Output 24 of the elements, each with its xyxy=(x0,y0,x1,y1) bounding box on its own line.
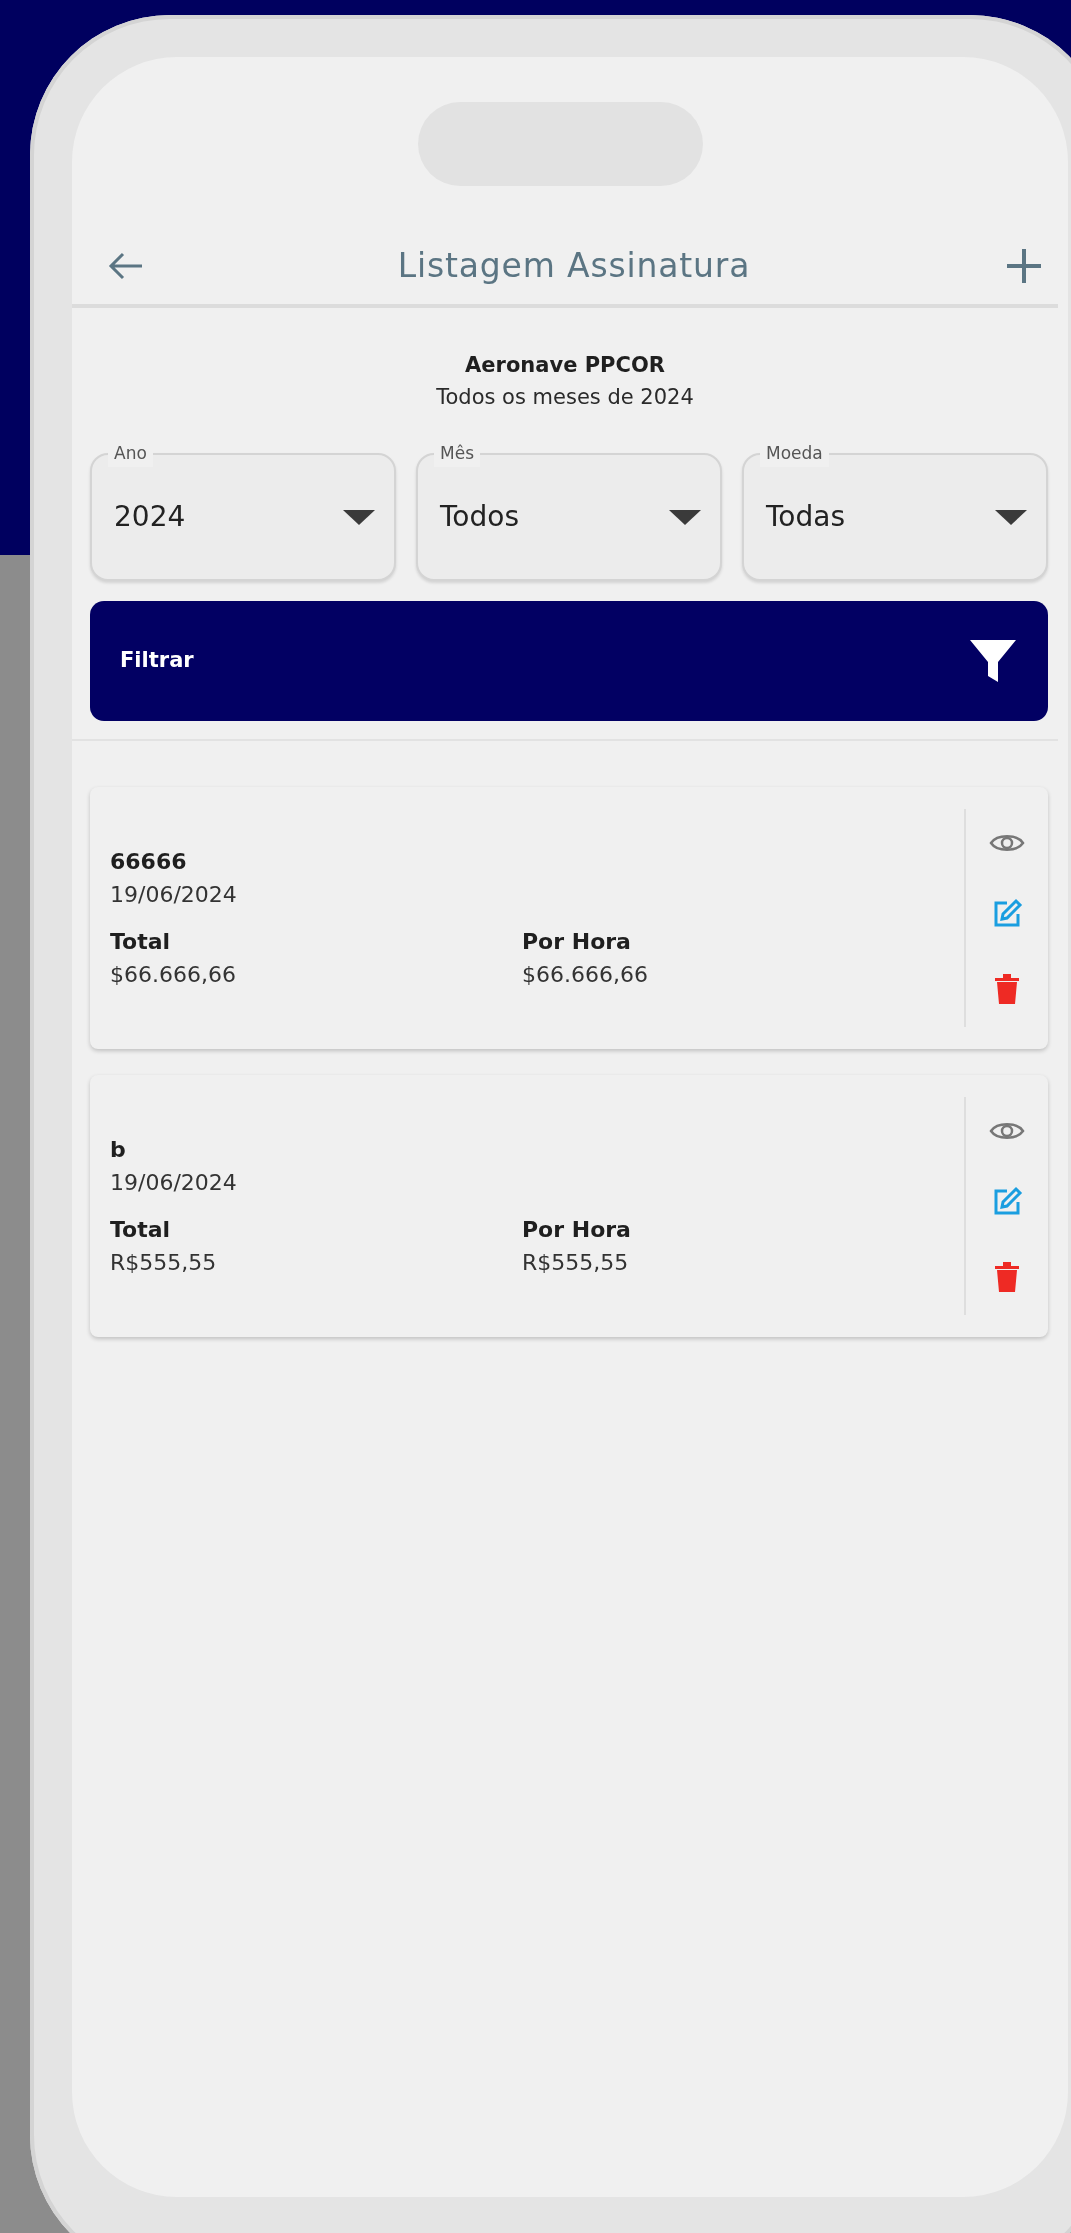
screen-title: Listagem Assinatura xyxy=(397,245,751,288)
filter-button[interactable]: Filtrar xyxy=(90,601,1048,721)
record-name: 66666 xyxy=(110,848,188,876)
dropdown-caret-icon xyxy=(342,508,376,526)
trash-icon xyxy=(994,973,1020,1006)
record-date: 19/06/2024 xyxy=(110,881,238,909)
aircraft-title: Aeronave PPCOR xyxy=(465,352,665,379)
total-value: R$555,55 xyxy=(110,1249,218,1277)
back-arrow-icon xyxy=(108,251,144,281)
per-hour-label: Por Hora xyxy=(522,928,632,956)
period-subtitle: Todos os meses de 2024 xyxy=(436,383,694,411)
total-value: $66.666,66 xyxy=(110,961,237,989)
dropdown-caret-icon xyxy=(994,508,1028,526)
record-name: b xyxy=(110,1136,127,1164)
dropdown-caret-icon xyxy=(668,508,702,526)
per-hour-value: $66.666,66 xyxy=(522,961,648,989)
per-hour-label: Por Hora xyxy=(522,1216,631,1244)
total-label: Total xyxy=(110,928,172,956)
total-label: Total xyxy=(110,1216,172,1244)
add-icon xyxy=(1005,247,1043,285)
field-label: Mês xyxy=(434,441,480,467)
trash-icon xyxy=(994,1261,1020,1294)
record-date: 19/06/2024 xyxy=(110,1169,238,1197)
per-hour-value: R$555,55 xyxy=(522,1249,630,1277)
